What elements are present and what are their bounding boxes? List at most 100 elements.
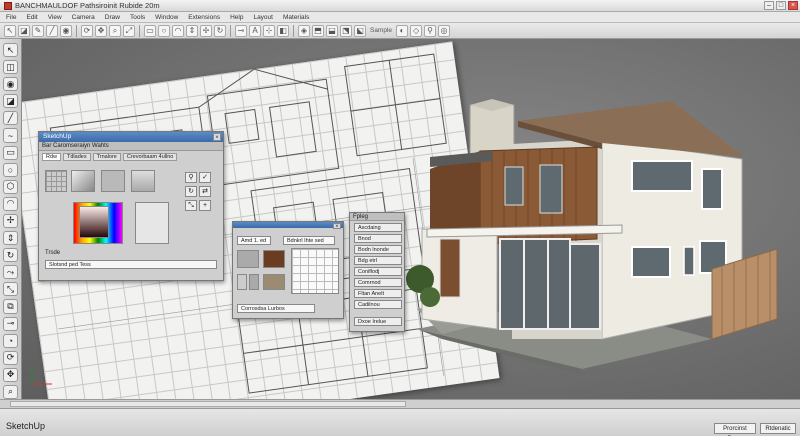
tab-crevorbaam[interactable]: Crevorbaam 4ullno [122,153,178,161]
gray-swatch[interactable] [101,170,125,192]
grid-swatch[interactable] [45,170,67,192]
list-item[interactable]: Cadilnou [354,300,402,309]
zoom-icon[interactable]: ⌕ [109,24,121,37]
bottom-button-2[interactable]: Rtdenatic [760,423,796,434]
rotate-tool-icon[interactable]: ↻ [3,248,18,263]
polygon-icon[interactable]: ⬡ [3,179,18,194]
close-button[interactable]: × [788,1,798,10]
axes-icon[interactable]: ⊹ [263,24,275,37]
menu-item[interactable]: View [48,14,62,21]
menu-item[interactable]: Materials [283,14,309,21]
pick-icon[interactable]: ✓ [199,172,211,183]
look-around-icon[interactable]: ◎ [438,24,451,37]
rectangle-icon[interactable]: ▭ [144,24,156,37]
texture-thumb[interactable] [237,274,247,290]
bottom-button-1[interactable]: Prorcinst Rowe [714,423,756,434]
orbit-tool-icon[interactable]: ⟳ [3,350,18,365]
rotate-icon[interactable]: ↻ [214,24,226,37]
circle-tool-icon[interactable]: ○ [3,162,18,177]
line-icon[interactable]: ╱ [46,24,58,37]
paint-icon[interactable]: ◉ [3,77,18,92]
eyedropper-icon[interactable]: ⚲ [185,172,197,183]
texture-footer-field[interactable]: Corrosdsa Lurbos [237,304,315,313]
menu-item[interactable]: Extensions [188,14,220,21]
back-view-icon[interactable]: ⬕ [354,24,366,37]
arc-icon[interactable]: ◠ [172,24,184,37]
rectangle-tool-icon[interactable]: ▭ [3,145,18,160]
protractor-icon[interactable]: ◔ [3,333,18,348]
walk-icon[interactable]: ⚲ [424,24,437,37]
arc-tool-icon[interactable]: ◠ [3,196,18,211]
menu-item[interactable]: Layout [253,14,273,21]
wood-texture-thumb[interactable] [263,250,285,268]
maximize-button[interactable]: □ [776,1,786,10]
circle-icon[interactable]: ○ [158,24,170,37]
follow-me-icon[interactable]: ⤳ [3,265,18,280]
list-item[interactable]: Coniflodj [354,267,402,276]
tape-measure-icon[interactable]: ⊸ [235,24,247,37]
styles-footer[interactable]: Dxoe Irelue [354,317,402,326]
tab-tdlades[interactable]: Tdlades [63,153,91,161]
pencil-icon[interactable]: ✎ [32,24,44,37]
select-tool-icon[interactable]: ↖ [3,43,18,58]
top-view-icon[interactable]: ⬒ [312,24,324,37]
texture-field-2[interactable]: Bdnkrl Ihte sed [283,236,335,245]
rotate-material-icon[interactable]: ↻ [185,186,197,197]
gradient-swatch[interactable] [131,170,155,192]
pan-icon[interactable]: ✥ [95,24,107,37]
orbit-icon[interactable]: ⟳ [81,24,93,37]
menu-item[interactable]: Draw [105,14,120,21]
close-icon[interactable]: × [333,223,341,230]
menu-item[interactable]: Tools [130,14,145,21]
freehand-icon[interactable]: ~ [3,128,18,143]
list-item[interactable]: Ascdaing [354,223,402,232]
menu-item[interactable]: Help [230,14,243,21]
line-tool-icon[interactable]: ╱ [3,111,18,126]
section-plane-icon[interactable]: ◧ [277,24,289,37]
flip-material-icon[interactable]: ⇄ [199,186,211,197]
pan-tool-icon[interactable]: ✥ [3,367,18,382]
model-viewport[interactable]: SketchUp × Bar Caromseraiyn Wahts Rdw Td… [22,39,800,399]
menu-item[interactable]: Camera [72,14,95,21]
minimize-button[interactable]: – [764,1,774,10]
list-item[interactable]: Bnod [354,234,402,243]
texture-thumb[interactable] [237,250,259,268]
component-icon[interactable]: ◫ [3,60,18,75]
zoom-extents-icon[interactable]: ⤢ [123,24,135,37]
add-material-icon[interactable]: + [199,200,211,211]
push-pull-icon[interactable]: ⇕ [186,24,198,37]
list-item[interactable]: Comrnod [354,278,402,287]
tab-trnalore[interactable]: Trnalore [92,153,121,161]
material-dropdown[interactable]: Slotsnd ped Tess [45,260,217,269]
paint-bucket-icon[interactable]: ◉ [60,24,72,37]
cube-swatch[interactable] [71,170,95,192]
scale-material-icon[interactable]: ⤡ [185,200,197,211]
texture-field[interactable]: Amd 1. ed [237,236,271,245]
offset-icon[interactable]: ⧉ [3,299,18,314]
eraser-icon[interactable]: ◪ [18,24,30,37]
scale-icon[interactable]: ⤡ [3,282,18,297]
menu-item[interactable]: File [6,14,16,21]
tab-rdw[interactable]: Rdw [42,153,62,161]
text-icon[interactable]: A [249,24,261,37]
zoom-tool-icon[interactable]: ⌕ [3,384,18,399]
move-tool-icon[interactable]: ✢ [3,213,18,229]
fog-icon[interactable]: ◇ [410,24,423,37]
front-view-icon[interactable]: ⬓ [326,24,338,37]
move-icon[interactable]: ✢ [200,24,212,37]
list-item[interactable]: Bdg etrl [354,256,402,265]
horizontal-scrollbar[interactable] [10,401,406,407]
tape-tool-icon[interactable]: ⊸ [3,316,18,331]
right-view-icon[interactable]: ⬔ [340,24,352,37]
push-pull-tool-icon[interactable]: ⇕ [3,231,18,246]
select-icon[interactable]: ↖ [4,24,16,37]
stone-texture-thumb[interactable] [263,274,285,290]
iso-view-icon[interactable]: ◈ [298,24,310,37]
color-gradient-box[interactable] [79,206,109,238]
list-item[interactable]: Fltan Anelt [354,289,402,298]
eraser-tool-icon[interactable]: ◪ [3,94,18,109]
menu-item[interactable]: Window [155,14,178,21]
shadow-icon[interactable]: ◐ [396,24,409,37]
menu-item[interactable]: Edit [26,14,37,21]
texture-thumb[interactable] [249,274,259,290]
